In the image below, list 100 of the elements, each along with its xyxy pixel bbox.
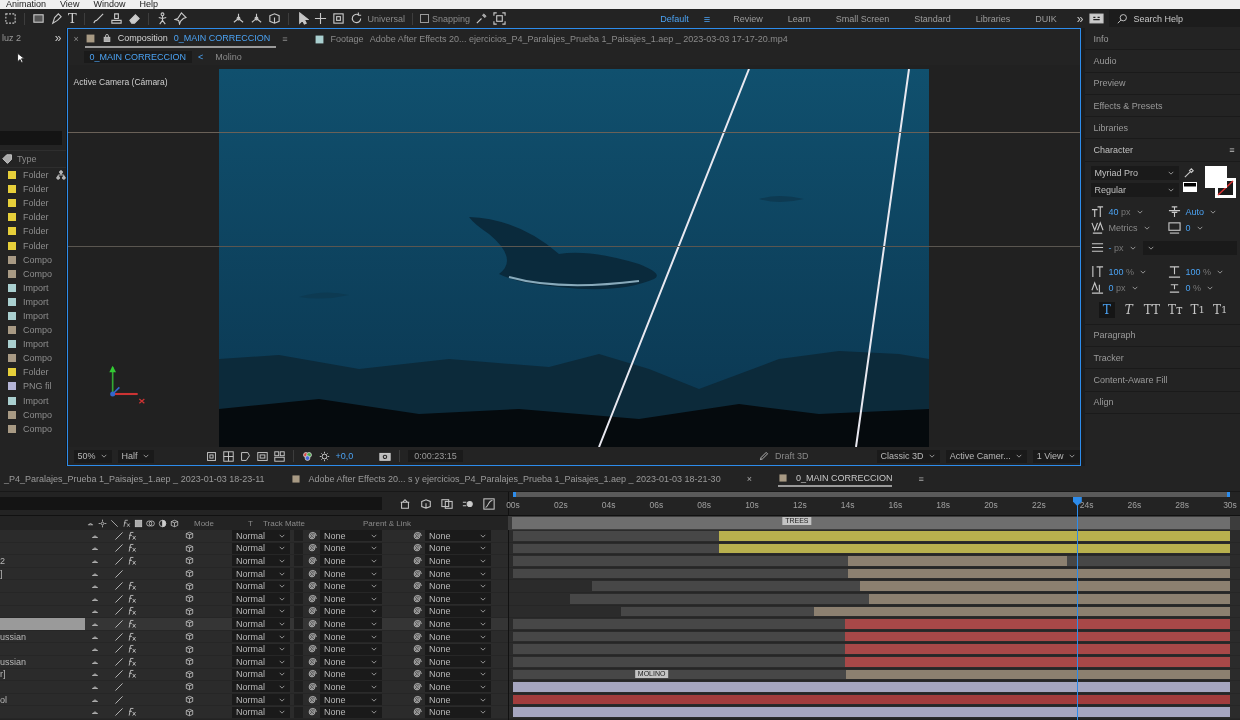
pick-whip-icon[interactable]: [307, 593, 317, 604]
workspace-tab[interactable]: Default: [650, 13, 699, 24]
pick-whip-icon[interactable]: [307, 694, 317, 705]
layer-name[interactable]: 2: [0, 555, 85, 567]
pick-whip-icon[interactable]: [307, 707, 317, 718]
menu-item[interactable]: Window: [93, 0, 126, 9]
track-matte-dropdown[interactable]: None: [320, 694, 382, 705]
layer-name[interactable]: r]: [0, 668, 85, 681]
layer-row[interactable]: Normal None None: [0, 643, 508, 656]
effects-switch-icon[interactable]: [127, 631, 137, 642]
layer-row[interactable]: Normal None None: [0, 706, 508, 719]
font-family-dropdown[interactable]: Myriad Pro: [1090, 165, 1179, 180]
track-matte-dropdown[interactable]: None: [320, 542, 382, 554]
overflow-button[interactable]: »: [1076, 11, 1084, 26]
effects-switch-icon[interactable]: [127, 556, 137, 566]
panel-header[interactable]: Info: [1084, 28, 1240, 51]
snap-magnet-icon[interactable]: [475, 12, 489, 25]
graph-editor-icon[interactable]: [483, 497, 495, 510]
layer-name[interactable]: ]: [0, 567, 85, 580]
pick-whip-icon[interactable]: [412, 694, 422, 705]
adjustment-switch-icon[interactable]: [158, 518, 167, 528]
hand-crosshair-icon[interactable]: [313, 12, 327, 25]
3d-layer-switch-icon[interactable]: [185, 606, 194, 616]
quality-switch-icon[interactable]: [110, 518, 119, 528]
blend-mode-dropdown[interactable]: Normal: [232, 605, 290, 617]
track-matte-dropdown[interactable]: None: [320, 555, 382, 567]
quality-switch-icon[interactable]: [114, 530, 124, 541]
blend-mode-dropdown[interactable]: Normal: [232, 643, 290, 655]
blend-mode-dropdown[interactable]: Normal: [232, 681, 290, 693]
quality-switch-icon[interactable]: [114, 694, 124, 705]
quality-switch-icon[interactable]: [114, 543, 124, 554]
effects-switch-icon[interactable]: [127, 618, 137, 629]
menu-item[interactable]: Help: [139, 0, 158, 9]
workspace-menu-icon[interactable]: ≡: [703, 12, 711, 25]
effects-switch-icon[interactable]: [127, 606, 137, 617]
rectangle-tool-icon[interactable]: [31, 12, 45, 25]
parent-dropdown[interactable]: None: [425, 568, 491, 580]
eraser-tool-icon[interactable]: [127, 12, 141, 25]
flowchart-icon[interactable]: [55, 170, 66, 181]
local-axis-icon[interactable]: [231, 12, 245, 25]
3d-layer-switch-icon[interactable]: [185, 556, 194, 566]
blend-mode-dropdown[interactable]: Normal: [232, 618, 290, 630]
pick-whip-icon[interactable]: [307, 618, 317, 629]
column-header[interactable]: Type: [17, 154, 37, 164]
quality-switch-icon[interactable]: [114, 681, 124, 692]
viewer-tab[interactable]: Composition 0_MAIN CORRECCION: [84, 30, 277, 48]
track-matte-dropdown[interactable]: None: [320, 681, 382, 693]
world-axis-icon[interactable]: [249, 12, 263, 25]
effects-switch-icon[interactable]: [127, 530, 137, 541]
parent-dropdown[interactable]: None: [425, 656, 491, 668]
parent-dropdown[interactable]: None: [425, 530, 491, 542]
parent-dropdown[interactable]: None: [425, 580, 491, 592]
pick-whip-icon[interactable]: [412, 618, 422, 629]
pick-whip-icon[interactable]: [412, 644, 422, 655]
layer-bar[interactable]: [869, 593, 1230, 604]
effects-switch-icon[interactable]: [122, 518, 131, 528]
track-matte-dropdown[interactable]: None: [320, 568, 382, 580]
layer-bar[interactable]: [847, 568, 1230, 579]
effects-switch-icon[interactable]: [127, 593, 137, 604]
quality-switch-icon[interactable]: [114, 593, 124, 604]
3d-layer-switch-icon[interactable]: [185, 543, 194, 553]
snapping-checkbox[interactable]: Snapping: [420, 13, 471, 24]
3d-layer-switch-icon[interactable]: [185, 669, 194, 679]
views-grid-icon[interactable]: [273, 450, 285, 462]
brush-tool-icon[interactable]: [91, 12, 105, 25]
3d-layer-switch-icon[interactable]: [185, 619, 194, 629]
layer-row[interactable]: Normal None None: [0, 681, 508, 694]
panel-tab[interactable]: luz 2: [2, 33, 21, 43]
layer-name[interactable]: ussian: [0, 630, 85, 643]
effects-switch-icon[interactable]: [127, 581, 137, 592]
pick-whip-icon[interactable]: [412, 568, 422, 579]
pick-whip-icon[interactable]: [412, 631, 422, 642]
blend-mode-dropdown[interactable]: Normal: [232, 580, 290, 592]
3d-layer-switch-icon[interactable]: [185, 531, 194, 541]
gear-icon[interactable]: [318, 450, 330, 462]
track-matte-dropdown[interactable]: None: [320, 631, 382, 643]
parent-dropdown[interactable]: None: [425, 681, 491, 693]
parent-dropdown[interactable]: None: [425, 706, 491, 718]
default-colors-icon[interactable]: [1182, 181, 1197, 192]
panel-header[interactable]: Content-Aware Fill: [1084, 369, 1240, 392]
pick-whip-icon[interactable]: [307, 644, 317, 655]
workspace-tab[interactable]: Learn: [777, 13, 821, 24]
blend-mode-dropdown[interactable]: Normal: [232, 706, 290, 718]
blend-mode-dropdown[interactable]: Normal: [232, 530, 290, 542]
panel-header[interactable]: Align: [1084, 391, 1240, 414]
3d-layer-switch-icon[interactable]: [185, 644, 194, 654]
track-matte-dropdown[interactable]: None: [320, 618, 382, 630]
smallcaps-style-button[interactable]: Tᴛ: [1166, 301, 1184, 318]
blend-mode-dropdown[interactable]: Normal: [232, 668, 290, 680]
track-matte-dropdown[interactable]: None: [320, 605, 382, 617]
3d-layer-switch-icon[interactable]: [185, 594, 194, 604]
layer-bar[interactable]: [846, 669, 1230, 680]
caps-style-button[interactable]: TT: [1142, 301, 1161, 318]
renderer-dropdown[interactable]: Classic 3D: [876, 449, 940, 463]
quality-switch-icon[interactable]: [114, 644, 124, 655]
workspace-tab[interactable]: Standard: [904, 13, 961, 24]
pin-tool-icon[interactable]: [173, 12, 187, 25]
close-button[interactable]: ×: [746, 473, 752, 484]
type-tool-icon[interactable]: T: [67, 12, 77, 25]
pick-whip-icon[interactable]: [307, 530, 317, 541]
